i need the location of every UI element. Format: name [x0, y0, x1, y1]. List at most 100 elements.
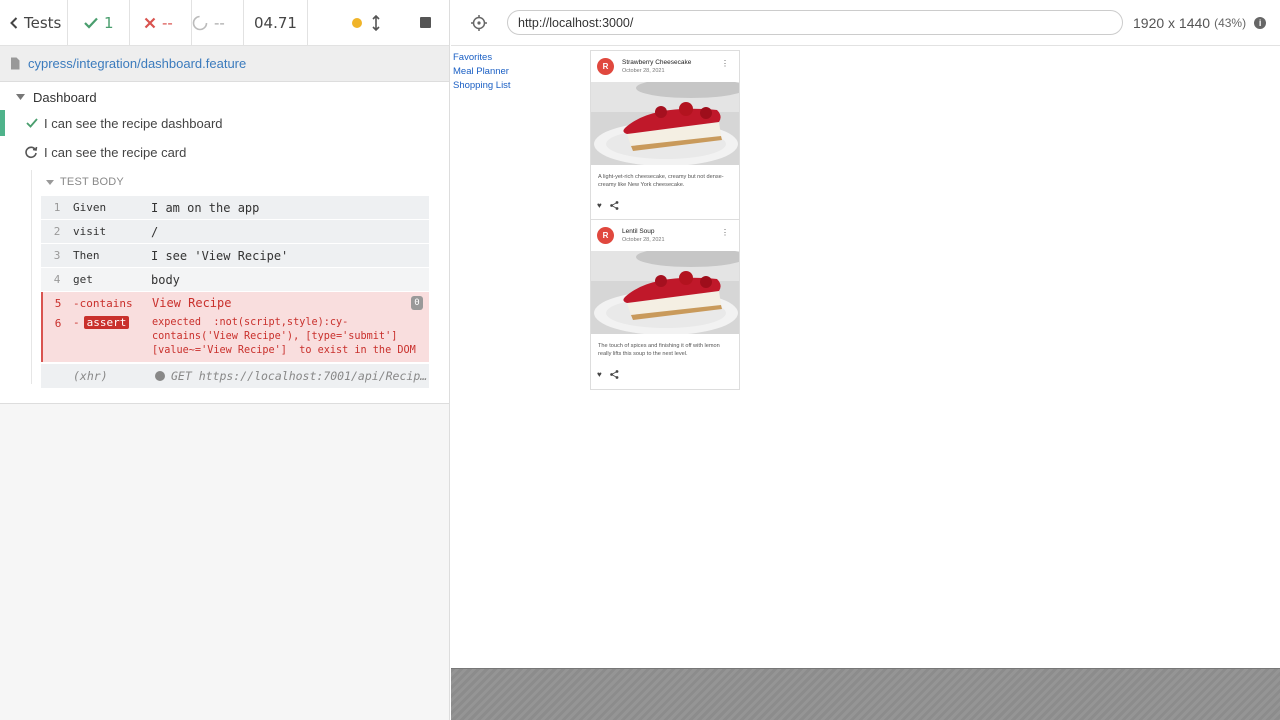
check-icon [84, 17, 98, 29]
command-row[interactable]: 2 visit / [41, 220, 429, 244]
command-number: 3 [53, 249, 61, 262]
command-message: body [151, 272, 180, 287]
test-title: I can see the recipe dashboard [44, 115, 223, 131]
command-message: I see 'View Recipe' [151, 248, 289, 263]
command-name: -contains [73, 296, 133, 310]
command-dash: - [73, 316, 80, 329]
avatar: R [597, 227, 614, 244]
spec-path-link[interactable]: cypress/integration/dashboard.feature [28, 56, 246, 71]
chevron-left-icon [10, 16, 18, 29]
recipe-description: The touch of spices and finishing it off… [598, 343, 720, 357]
caret-down-icon [16, 94, 25, 100]
card-title-block: Strawberry Cheesecake October 28, 2021 [622, 58, 691, 75]
stats-bar: Tests 1 -- -- 04.71 [0, 0, 449, 46]
favorite-heart-icon[interactable]: ♥ [597, 201, 602, 210]
xhr-row[interactable]: (xhr) GET https://localhost:7001/api/Rec… [41, 364, 429, 388]
viewport-overflow-area [451, 668, 1280, 720]
command-number: 5 [54, 296, 62, 310]
failed-count[interactable]: -- [130, 0, 192, 45]
recipe-card: R Strawberry Cheesecake October 28, 2021… [590, 50, 740, 220]
aut-header: http://localhost:3000/ 1920 x 1440 (43%)… [451, 0, 1280, 46]
spec-path-bar: cypress/integration/dashboard.feature [0, 46, 449, 82]
suite-title: Dashboard [33, 89, 97, 105]
command-row[interactable]: 1 Given I am on the app [41, 196, 429, 220]
share-icon[interactable] [609, 200, 619, 210]
avatar: R [597, 58, 614, 75]
info-icon[interactable]: i [1254, 16, 1267, 29]
card-actions: ♥ [591, 364, 739, 384]
card-header: R Strawberry Cheesecake October 28, 2021… [591, 51, 739, 82]
recipe-date: October 28, 2021 [622, 68, 665, 74]
passed-number: 1 [104, 13, 114, 32]
auto-scroll-icon[interactable] [372, 14, 380, 31]
test-running[interactable]: I can see the recipe card [0, 139, 449, 165]
running-indicator-icon [352, 17, 362, 28]
recipe-description: A light-yet-rich cheesecake, creamy but … [598, 174, 724, 188]
tree-guide-line [31, 170, 32, 384]
command-log: 1 Given I am on the app 2 visit / 3 Then… [41, 196, 429, 388]
command-row-assert[interactable]: 6 - assert expected :not(script,style):c… [43, 314, 429, 362]
tests-label: Tests [24, 13, 62, 32]
command-name: Given [73, 201, 107, 214]
share-icon[interactable] [609, 369, 619, 379]
card-title-block: Lentil Soup October 28, 2021 [622, 227, 665, 244]
command-number: 1 [53, 201, 61, 214]
command-name: get [73, 273, 93, 286]
nav-link-shopping-list[interactable]: Shopping List [453, 79, 511, 93]
element-count-badge: 0 [411, 296, 423, 310]
command-message: / [151, 224, 159, 239]
nav-link-favorites[interactable]: Favorites [453, 51, 511, 65]
test-body-label: TEST BODY [60, 176, 124, 188]
suite-dashboard[interactable]: Dashboard [0, 86, 97, 108]
test-title: I can see the recipe card [44, 144, 187, 160]
file-icon [11, 57, 20, 70]
command-name: visit [73, 225, 107, 238]
command-name: - assert [73, 315, 152, 329]
card-header: R Lentil Soup October 28, 2021 ⋮ [591, 220, 739, 251]
recipe-image [591, 82, 739, 165]
recipe-date: October 28, 2021 [622, 237, 665, 243]
selector-playground-button[interactable] [451, 14, 507, 31]
viewport-size: 1920 x 1440 [1133, 14, 1211, 31]
command-row[interactable]: 4 get body [41, 268, 429, 292]
recipe-title: Strawberry Cheesecake [622, 59, 692, 66]
caret-down-icon [46, 179, 54, 185]
app-preview: Favorites Meal Planner Shopping List R S… [451, 47, 1280, 668]
viewport-info: 1920 x 1440 (43%) i [1133, 14, 1267, 31]
runner-controls [308, 0, 449, 45]
duration: 04.71 [244, 0, 308, 45]
test-body-header[interactable]: TEST BODY [46, 176, 124, 188]
viewport-scale: (43%) [1214, 15, 1247, 30]
assert-tag: assert [83, 316, 130, 329]
passed-count[interactable]: 1 [68, 0, 130, 45]
command-message: I am on the app [151, 200, 260, 215]
url-bar[interactable]: http://localhost:3000/ [507, 10, 1123, 35]
pending-circle-icon [192, 15, 208, 30]
pending-count[interactable]: -- [192, 0, 244, 45]
command-row[interactable]: 3 Then I see 'View Recipe' [41, 244, 429, 268]
stop-button[interactable] [420, 17, 431, 28]
command-name: Then [73, 249, 100, 262]
cheesecake-image [591, 82, 739, 165]
assertion-error-message: expected :not(script,style):cy- contains… [152, 317, 416, 356]
nav-link-meal-planner[interactable]: Meal Planner [453, 65, 511, 79]
crosshair-icon [471, 14, 487, 31]
command-row-failed[interactable]: 5 -contains View Recipe 0 [43, 292, 429, 314]
x-icon [144, 17, 156, 28]
xhr-message: GET https://localhost:7001/api/Recipes [171, 369, 429, 383]
more-vert-icon[interactable]: ⋮ [721, 229, 729, 237]
failed-command-group: 5 -contains View Recipe 0 6 - assert exp… [41, 292, 429, 362]
runner-panel: Tests 1 -- -- 04.71 cypress/integration/… [0, 0, 450, 720]
xhr-label: (xhr) [73, 369, 108, 383]
more-vert-icon[interactable]: ⋮ [721, 60, 729, 68]
recipe-image [591, 251, 739, 334]
command-number: 4 [53, 273, 61, 286]
failed-number: -- [162, 13, 173, 32]
app-nav: Favorites Meal Planner Shopping List [453, 51, 511, 93]
tests-back-button[interactable]: Tests [0, 0, 68, 45]
favorite-heart-icon[interactable]: ♥ [597, 370, 602, 379]
command-number: 6 [54, 317, 62, 330]
recipe-title: Lentil Soup [622, 228, 655, 235]
pending-dot-icon [155, 371, 165, 381]
test-passed[interactable]: I can see the recipe dashboard [0, 110, 449, 136]
